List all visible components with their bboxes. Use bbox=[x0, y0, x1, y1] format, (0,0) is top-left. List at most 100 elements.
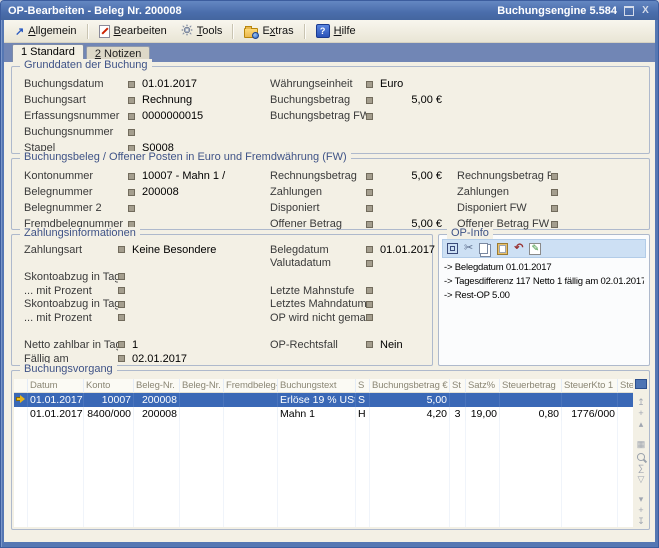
field-label: Disponiert FW bbox=[457, 202, 551, 214]
cell-beleg-nr[interactable]: 200008 bbox=[134, 393, 180, 407]
field-value: 02.01.2017 bbox=[132, 353, 187, 365]
cell-steuerkto[interactable]: 1776/000 bbox=[562, 407, 618, 421]
column-header[interactable]: Steue bbox=[618, 379, 633, 393]
table-row[interactable]: 01.01.2017 8400/000 200008 Mahn 1 H 4,20… bbox=[14, 407, 633, 421]
column-header[interactable]: Beleg-Nr. bbox=[134, 379, 180, 393]
field-label: Belegnummer bbox=[24, 186, 128, 198]
cell-buchungsbetrag[interactable]: 4,20 bbox=[370, 407, 450, 421]
field-label: ... mit Prozent bbox=[24, 285, 118, 297]
cell-buchungstext[interactable]: Mahn 1 bbox=[278, 407, 356, 421]
close-button[interactable]: X bbox=[640, 5, 651, 16]
columns-icon[interactable]: ▦ bbox=[637, 439, 646, 450]
cell-fremdbeleg-nr[interactable] bbox=[224, 393, 278, 407]
menu-extras[interactable]: Extras bbox=[237, 22, 300, 40]
cell-steuerbetrag[interactable]: 0,80 bbox=[500, 407, 562, 421]
paste-icon[interactable] bbox=[497, 243, 508, 255]
cell-steue[interactable] bbox=[618, 393, 633, 407]
cell-fremdbeleg-nr[interactable] bbox=[224, 407, 278, 421]
cut-icon[interactable]: ✂ bbox=[464, 243, 473, 254]
cell-datum[interactable]: 01.01.2017 bbox=[28, 407, 84, 421]
table-row-selected[interactable]: 01.01.2017 10007 200008 Erlöse 19 % USt … bbox=[14, 393, 633, 407]
field-label: Zahlungen bbox=[270, 186, 366, 198]
column-header[interactable]: Buchungsbetrag € bbox=[370, 379, 450, 393]
cell-konto[interactable]: 8400/000 bbox=[84, 407, 134, 421]
nav-page-down-icon[interactable]: ▾ bbox=[639, 494, 644, 505]
column-header[interactable]: Datum bbox=[28, 379, 84, 393]
search-icon[interactable] bbox=[637, 453, 645, 460]
cell-steuerkto[interactable] bbox=[562, 393, 618, 407]
nav-insert-icon[interactable]: + bbox=[638, 408, 643, 419]
menu-hilfe[interactable]: ? Hilfe bbox=[309, 22, 363, 40]
empty-table-area bbox=[14, 421, 633, 527]
column-header[interactable]: SteuerKto 1 bbox=[562, 379, 618, 393]
group-title: OP-Info bbox=[447, 227, 493, 239]
field-value: 5,00 € bbox=[380, 218, 442, 230]
field-label: Letzte Mahnstufe bbox=[270, 285, 366, 297]
restore-button[interactable] bbox=[623, 5, 634, 16]
cell-satz[interactable]: 19,00 bbox=[466, 407, 500, 421]
edit-note-icon[interactable]: ✎ bbox=[529, 243, 541, 255]
menu-tools[interactable]: Tools bbox=[174, 22, 230, 40]
column-header[interactable]: St bbox=[450, 379, 466, 393]
field-value: Keine Besondere bbox=[132, 244, 216, 256]
cell-steue[interactable] bbox=[618, 407, 633, 421]
column-header[interactable]: Steuerbetrag bbox=[500, 379, 562, 393]
zahlung-col1: ZahlungsartKeine Besondere Skontoabzug i… bbox=[24, 243, 216, 365]
select-icon[interactable] bbox=[447, 243, 458, 254]
cell-datum[interactable]: 01.01.2017 bbox=[28, 393, 84, 407]
undo-icon[interactable]: ↶ bbox=[514, 243, 523, 254]
menu-bearbeiten[interactable]: Bearbeiten bbox=[92, 22, 174, 40]
field-marker-icon bbox=[366, 341, 373, 348]
cell-beleg-nr[interactable]: 200008 bbox=[134, 407, 180, 421]
marker-column-header bbox=[14, 379, 28, 393]
column-header[interactable]: S bbox=[356, 379, 370, 393]
field-row: BuchungsartRechnung bbox=[24, 92, 203, 108]
cell-buchungstext[interactable]: Erlöse 19 % USt bbox=[278, 393, 356, 407]
cell-konto[interactable]: 10007 bbox=[84, 393, 134, 407]
column-header[interactable]: Konto bbox=[84, 379, 134, 393]
north-east-arrow-icon: ↗ bbox=[15, 25, 24, 38]
menu-allgemein-label: Allgemein bbox=[28, 25, 76, 37]
field-marker-icon bbox=[366, 221, 373, 228]
field-marker-icon bbox=[118, 287, 125, 294]
nav-append-icon[interactable]: + bbox=[638, 505, 643, 516]
field-row: Letztes Mahndatum bbox=[270, 297, 435, 311]
cell-satz[interactable] bbox=[466, 393, 500, 407]
nav-page-up-icon[interactable]: ▴ bbox=[639, 419, 644, 430]
field-label: Zahlungen bbox=[457, 186, 551, 198]
menu-extras-label: Extras bbox=[262, 25, 293, 37]
row-marker-cell bbox=[14, 407, 28, 421]
cell-beleg-nr-2[interactable] bbox=[180, 393, 224, 407]
zahlung-col2: Belegdatum01.01.2017 Valutadatum Letzte … bbox=[270, 243, 435, 352]
column-header[interactable]: Beleg-Nr. 2 bbox=[180, 379, 224, 393]
cell-steuerbetrag[interactable] bbox=[500, 393, 562, 407]
field-marker-icon bbox=[128, 113, 135, 120]
column-header[interactable]: Satz% bbox=[466, 379, 500, 393]
scrollbar-thumb[interactable] bbox=[635, 379, 647, 389]
nav-first-icon[interactable]: ↥ bbox=[637, 397, 645, 408]
cell-beleg-nr-2[interactable] bbox=[180, 407, 224, 421]
spacer-row bbox=[270, 325, 435, 339]
copy-icon[interactable] bbox=[479, 243, 488, 254]
filter-icon[interactable]: ▽ bbox=[638, 474, 645, 485]
titlebar[interactable]: OP-Bearbeiten - Beleg Nr. 200008 Buchung… bbox=[1, 1, 658, 20]
field-marker-icon bbox=[118, 355, 125, 362]
nav-last-icon[interactable]: ↧ bbox=[637, 516, 645, 527]
column-header[interactable]: Fremdbeleg-Nr. bbox=[224, 379, 278, 393]
sum-icon[interactable]: ∑ bbox=[638, 463, 644, 474]
cell-st[interactable]: 3 bbox=[450, 407, 466, 421]
field-row: Zahlungen bbox=[457, 184, 565, 200]
cell-st[interactable] bbox=[450, 393, 466, 407]
field-label: Letztes Mahndatum bbox=[270, 298, 366, 310]
column-header[interactable]: Buchungstext bbox=[278, 379, 356, 393]
cell-s[interactable]: H bbox=[356, 407, 370, 421]
op-info-line: -> Belegdatum 01.01.2017 bbox=[444, 261, 644, 275]
restore-icon bbox=[624, 6, 634, 16]
cell-buchungsbetrag[interactable]: 5,00 bbox=[370, 393, 450, 407]
field-marker-icon bbox=[366, 81, 373, 88]
cell-s[interactable]: S bbox=[356, 393, 370, 407]
field-row: Skontoabzug in Tagen bbox=[24, 297, 216, 311]
field-row: OP wird nicht gemahnt bis bbox=[270, 311, 435, 325]
field-row: Disponiert bbox=[270, 200, 442, 216]
menu-allgemein[interactable]: ↗ Allgemein bbox=[8, 22, 84, 40]
